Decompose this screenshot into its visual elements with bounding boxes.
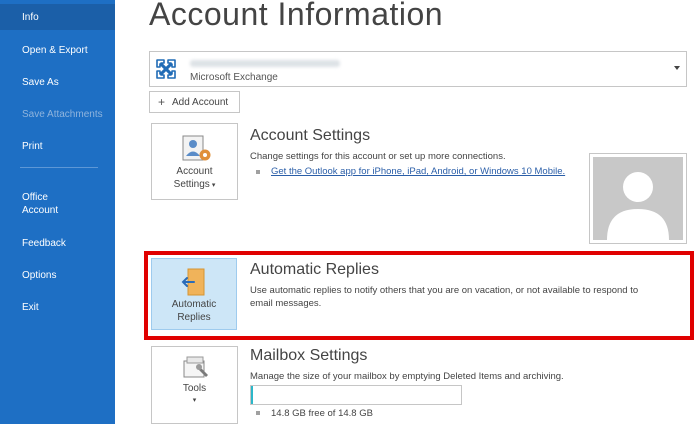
sidebar-item-office-account-line1: Office <box>22 192 48 203</box>
account-settings-icon <box>182 135 211 161</box>
sidebar-item-office-account[interactable]: Office Account <box>0 191 115 217</box>
add-account-label: Add Account <box>172 96 229 108</box>
exchange-icon <box>154 57 178 81</box>
default-avatar-icon <box>593 157 683 240</box>
bullet-icon <box>256 170 260 174</box>
chevron-down-icon[interactable] <box>674 66 680 70</box>
dropdown-arrow-icon: ▾ <box>192 397 197 404</box>
mailbox-storage-fill <box>251 386 254 404</box>
tools-icon <box>183 356 208 378</box>
profile-photo[interactable] <box>589 153 687 244</box>
outlook-mobile-app-link[interactable]: Get the Outlook app for iPhone, iPad, An… <box>271 166 565 177</box>
backstage-sidebar: Info Open & Export Save As Save Attachme… <box>0 0 115 424</box>
mailbox-settings-description: Manage the size of your mailbox by empty… <box>250 371 564 382</box>
account-selector[interactable]: Microsoft Exchange <box>149 51 687 87</box>
mailbox-tools-button[interactable]: Tools ▾ <box>151 346 238 424</box>
account-settings-button[interactable]: Account Settings ▾ <box>151 123 238 200</box>
sidebar-item-save-as[interactable]: Save As <box>0 76 115 89</box>
dropdown-arrow-icon: ▾ <box>211 182 216 189</box>
account-settings-tile-label-line2: Settings ▾ <box>152 178 237 192</box>
sidebar-item-exit[interactable]: Exit <box>0 301 115 314</box>
mailbox-settings-title: Mailbox Settings <box>250 347 368 364</box>
sidebar-item-print[interactable]: Print <box>0 140 115 153</box>
account-settings-tile-label-line1: Account <box>176 166 213 177</box>
highlight-box <box>144 251 694 340</box>
sidebar-item-options[interactable]: Options <box>0 269 115 282</box>
account-email-redacted <box>190 60 340 67</box>
page-title: Account Information <box>149 0 444 32</box>
sidebar-item-save-attachments: Save Attachments <box>22 109 103 120</box>
sidebar-item-office-account-line2: Account <box>22 205 59 216</box>
add-account-button[interactable]: + Add Account <box>149 91 240 113</box>
plus-icon: + <box>158 95 166 109</box>
account-settings-description: Change settings for this account or set … <box>250 151 506 162</box>
account-settings-title: Account Settings <box>250 127 371 144</box>
sidebar-divider <box>20 167 98 168</box>
sidebar-item-feedback[interactable]: Feedback <box>0 237 115 250</box>
bullet-icon <box>256 411 260 415</box>
account-type-label: Microsoft Exchange <box>190 72 278 83</box>
sidebar-item-info[interactable]: Info <box>0 4 115 30</box>
sidebar-item-open-export[interactable]: Open & Export <box>0 44 115 57</box>
mailbox-storage-text: 14.8 GB free of 14.8 GB <box>271 408 373 419</box>
account-settings-tile-label-text: Settings <box>173 179 210 190</box>
mailbox-storage-bar <box>250 385 462 405</box>
